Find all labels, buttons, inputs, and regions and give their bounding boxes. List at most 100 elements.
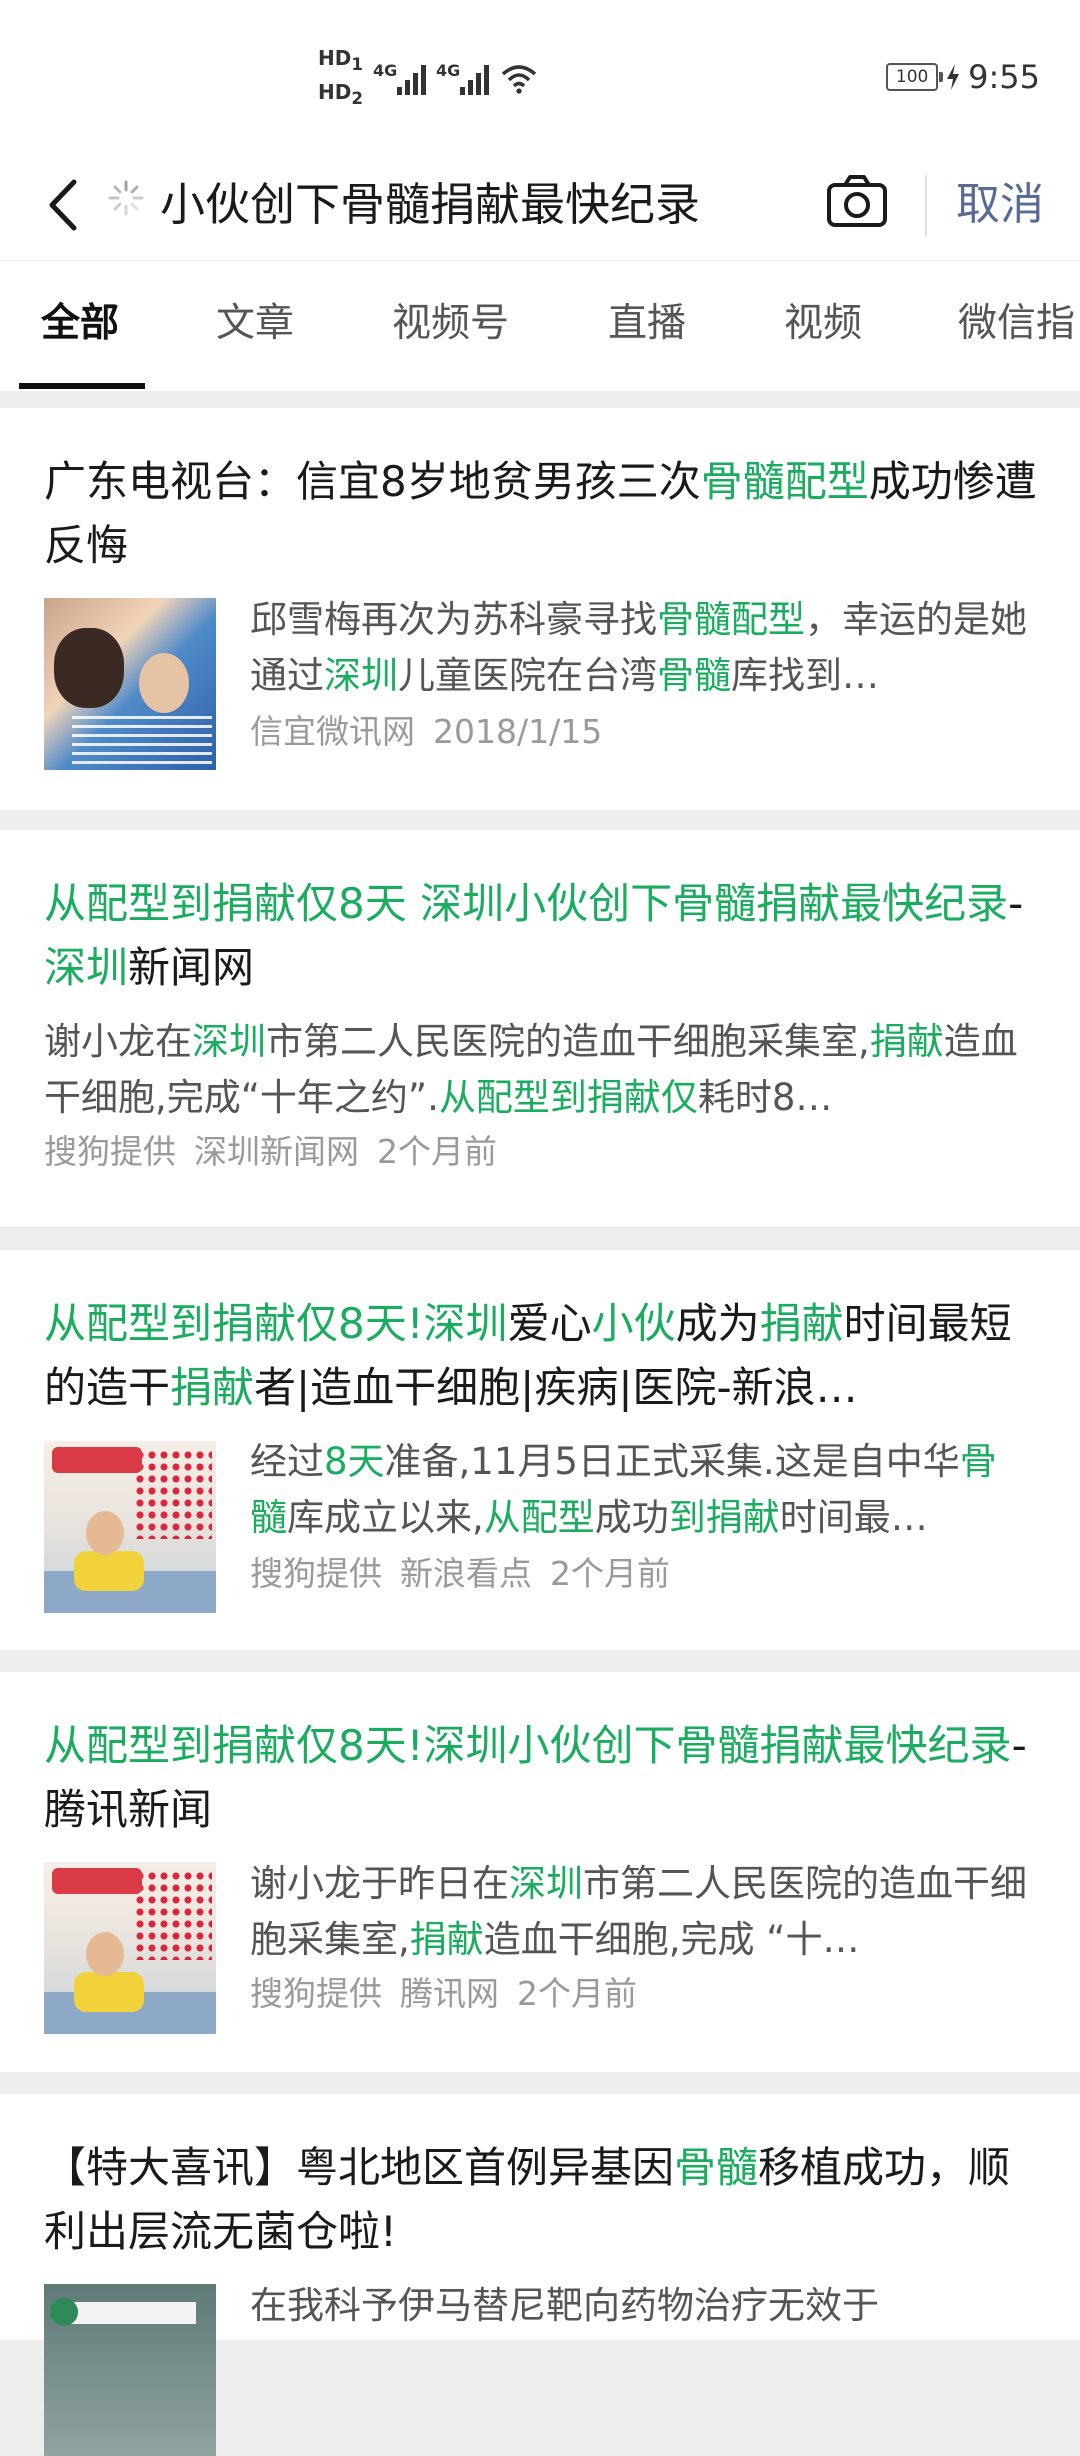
result-card[interactable]: 【特大喜讯】粤北地区首例异基因骨髓移植成功，顺利出层流无菌仓啦! 在我科予伊马替… — [0, 2094, 1080, 2456]
tab-channels[interactable]: 视频号 — [392, 299, 509, 349]
result-card[interactable]: 从配型到捐献仅8天!深圳爱心小伙成为捐献时间最短的造干捐献者|造血干细胞|疾病|… — [0, 1250, 1080, 1650]
keyword-highlight: 捐献 — [759, 1299, 844, 1348]
text-segment: 成为 — [675, 1299, 760, 1348]
camera-icon[interactable] — [822, 166, 892, 236]
keyword-highlight: 深圳 — [509, 1862, 583, 1905]
text-segment: 成功 — [594, 1496, 669, 1539]
keyword-highlight: 深圳 — [192, 1020, 266, 1063]
text-segment: 广东电视台：信宜8岁地贫男孩三次 — [44, 457, 701, 506]
result-thumbnail[interactable] — [44, 598, 216, 770]
result-provider: 搜狗提供 — [250, 1554, 382, 1593]
result-thumbnail[interactable] — [44, 1862, 216, 2034]
wifi-icon — [501, 64, 537, 94]
text-segment: 邱雪梅再次为苏科豪寻找 — [250, 598, 657, 641]
result-summary: 谢小龙于昨日在深圳市第二人民医院的造血干细胞采集室,捐献造血干细胞,完成 “十… — [250, 1856, 1030, 1968]
charging-icon — [947, 64, 960, 90]
result-source: 新浪看点 — [400, 1554, 532, 1593]
keyword-highlight: 骨髓 — [674, 2143, 759, 2192]
result-date: 2018/1/15 — [433, 712, 603, 751]
result-meta: 搜狗提供 新浪看点 2个月前 — [250, 1552, 670, 1596]
result-thumbnail[interactable] — [44, 1441, 216, 1613]
keyword-highlight: 从配型到捐献仅8天!深圳小伙创下骨髓捐献最快纪录 — [44, 1721, 1012, 1770]
tab-wechat-index[interactable]: 微信指 — [958, 299, 1075, 349]
keyword-highlight: 深圳 — [324, 654, 398, 697]
text-segment: 库找到… — [731, 654, 879, 697]
status-icons-left: HD1 HD2 4G 4G — [318, 48, 539, 107]
tab-live[interactable]: 直播 — [608, 299, 686, 349]
text-segment: 市第二人民医院的造血干细胞采集室, — [266, 1020, 870, 1063]
result-date: 2个月前 — [550, 1554, 670, 1593]
text-segment: 【特大喜讯】粤北地区首例异基因 — [44, 2143, 675, 2192]
result-summary: 经过8天准备,11月5日正式采集.这是自中华骨髓库成立以来,从配型成功到捐献时间… — [250, 1434, 1030, 1546]
back-icon[interactable] — [32, 172, 92, 238]
text-segment: 经过 — [250, 1440, 324, 1483]
result-summary: 谢小龙在深圳市第二人民医院的造血干细胞采集室,捐献造血干细胞,完成“十年之约”.… — [44, 1014, 1044, 1126]
text-segment: 儿童医院在台湾 — [398, 654, 657, 697]
result-card[interactable]: 广东电视台：信宜8岁地贫男孩三次骨髓配型成功惨遭反悔 邱雪梅再次为苏科豪寻找骨髓… — [0, 408, 1080, 810]
keyword-highlight: 到捐献 — [668, 1496, 780, 1539]
result-title[interactable]: 从配型到捐献仅8天!深圳爱心小伙成为捐献时间最短的造干捐献者|造血干细胞|疾病|… — [44, 1292, 1044, 1420]
text-segment: 准备,11月5日正式采集.这是自中华 — [384, 1440, 960, 1483]
keyword-highlight: 骨髓配型 — [700, 457, 869, 506]
keyword-highlight: 捐献 — [170, 1363, 255, 1412]
text-segment: 造血干细胞,完成 “十… — [483, 1918, 860, 1961]
text-segment: 在我科予伊马替尼靶向药物治疗无效于 — [250, 2284, 879, 2327]
keyword-highlight: 捐献 — [409, 1918, 484, 1961]
keyword-highlight: 从配型到捐献仅8天!深圳 — [44, 1299, 508, 1348]
dual-sim-indicator: HD1 HD2 — [318, 46, 363, 108]
result-date: 2个月前 — [517, 1974, 637, 2013]
search-bar: 小伙创下骨髓捐献最快纪录 取消 — [0, 150, 1080, 260]
text-segment: - — [1008, 879, 1024, 928]
loading-spinner-icon — [108, 180, 144, 216]
text-segment: 库成立以来, — [287, 1496, 484, 1539]
result-title[interactable]: 从配型到捐献仅8天!深圳小伙创下骨髓捐献最快纪录-腾讯新闻 — [44, 1714, 1044, 1842]
result-source: 信宜微讯网 — [250, 712, 415, 751]
keyword-highlight: 从配型到捐献仅8天 深圳小伙创下骨髓捐献最快纪录 — [44, 879, 1009, 928]
result-card[interactable]: 从配型到捐献仅8天 深圳小伙创下骨髓捐献最快纪录-深圳新闻网 谢小龙在深圳市第二… — [0, 830, 1080, 1227]
result-card[interactable]: 从配型到捐献仅8天!深圳小伙创下骨髓捐献最快纪录-腾讯新闻 谢小龙于昨日在深圳市… — [0, 1672, 1080, 2072]
search-input[interactable]: 小伙创下骨髓捐献最快纪录 — [160, 167, 700, 243]
text-segment: 新闻网 — [128, 943, 255, 992]
status-icons-right: 100 9:55 — [886, 58, 1040, 96]
status-bar: HD1 HD2 4G 4G 100 9:55 — [0, 0, 1080, 150]
text-segment: 者|造血干细胞|疾病|医院-新浪… — [254, 1363, 858, 1412]
clock: 9:55 — [968, 58, 1040, 96]
keyword-highlight: 深圳 — [44, 943, 129, 992]
result-title[interactable]: 【特大喜讯】粤北地区首例异基因骨髓移植成功，顺利出层流无菌仓啦! — [44, 2136, 1044, 2264]
result-summary: 在我科予伊马替尼靶向药物治疗无效于 — [250, 2278, 1030, 2334]
result-meta: 搜狗提供 深圳新闻网 2个月前 — [44, 1130, 497, 1174]
tab-active-indicator — [19, 383, 145, 389]
signal-icon-2: 4G — [436, 61, 489, 95]
text-segment: 谢小龙在 — [44, 1020, 192, 1063]
keyword-highlight: 小伙 — [591, 1299, 676, 1348]
keyword-highlight: 从配型到捐献仅 — [438, 1076, 698, 1119]
cancel-button[interactable]: 取消 — [956, 167, 1044, 243]
result-provider: 搜狗提供 — [44, 1132, 176, 1171]
tab-all[interactable]: 全部 — [41, 299, 119, 349]
keyword-highlight: 捐献 — [869, 1020, 944, 1063]
result-title[interactable]: 从配型到捐献仅8天 深圳小伙创下骨髓捐献最快纪录- 深圳新闻网 — [44, 872, 1044, 1000]
keyword-highlight: 8天 — [324, 1440, 385, 1483]
keyword-highlight: 骨髓 — [657, 654, 731, 697]
keyword-highlight: 骨髓配型 — [657, 598, 805, 641]
tab-bar: 全部 文章 视频号 直播 视频 微信指 — [0, 260, 1080, 391]
battery-icon: 100 — [886, 63, 944, 91]
result-date: 2个月前 — [377, 1132, 497, 1171]
result-thumbnail[interactable] — [44, 2284, 216, 2456]
signal-icon: 4G — [373, 61, 426, 95]
result-summary: 邱雪梅再次为苏科豪寻找骨髓配型，幸运的是她通过深圳儿童医院在台湾骨髓库找到… — [250, 592, 1030, 704]
result-provider: 搜狗提供 — [250, 1974, 382, 2013]
result-title[interactable]: 广东电视台：信宜8岁地贫男孩三次骨髓配型成功惨遭反悔 — [44, 450, 1044, 578]
tab-articles[interactable]: 文章 — [216, 299, 294, 349]
result-source: 深圳新闻网 — [194, 1132, 359, 1171]
result-meta: 搜狗提供 腾讯网 2个月前 — [250, 1972, 637, 2016]
result-source: 腾讯网 — [400, 1974, 499, 2013]
text-segment: 时间最… — [779, 1496, 928, 1539]
result-meta: 信宜微讯网 2018/1/15 — [250, 710, 602, 754]
divider — [925, 175, 927, 237]
text-segment: 耗时8… — [697, 1076, 833, 1119]
text-segment: 谢小龙于昨日在 — [250, 1862, 509, 1905]
keyword-highlight: 从配型 — [483, 1496, 595, 1539]
text-segment: 爱心 — [507, 1299, 592, 1348]
tab-video[interactable]: 视频 — [784, 299, 862, 349]
